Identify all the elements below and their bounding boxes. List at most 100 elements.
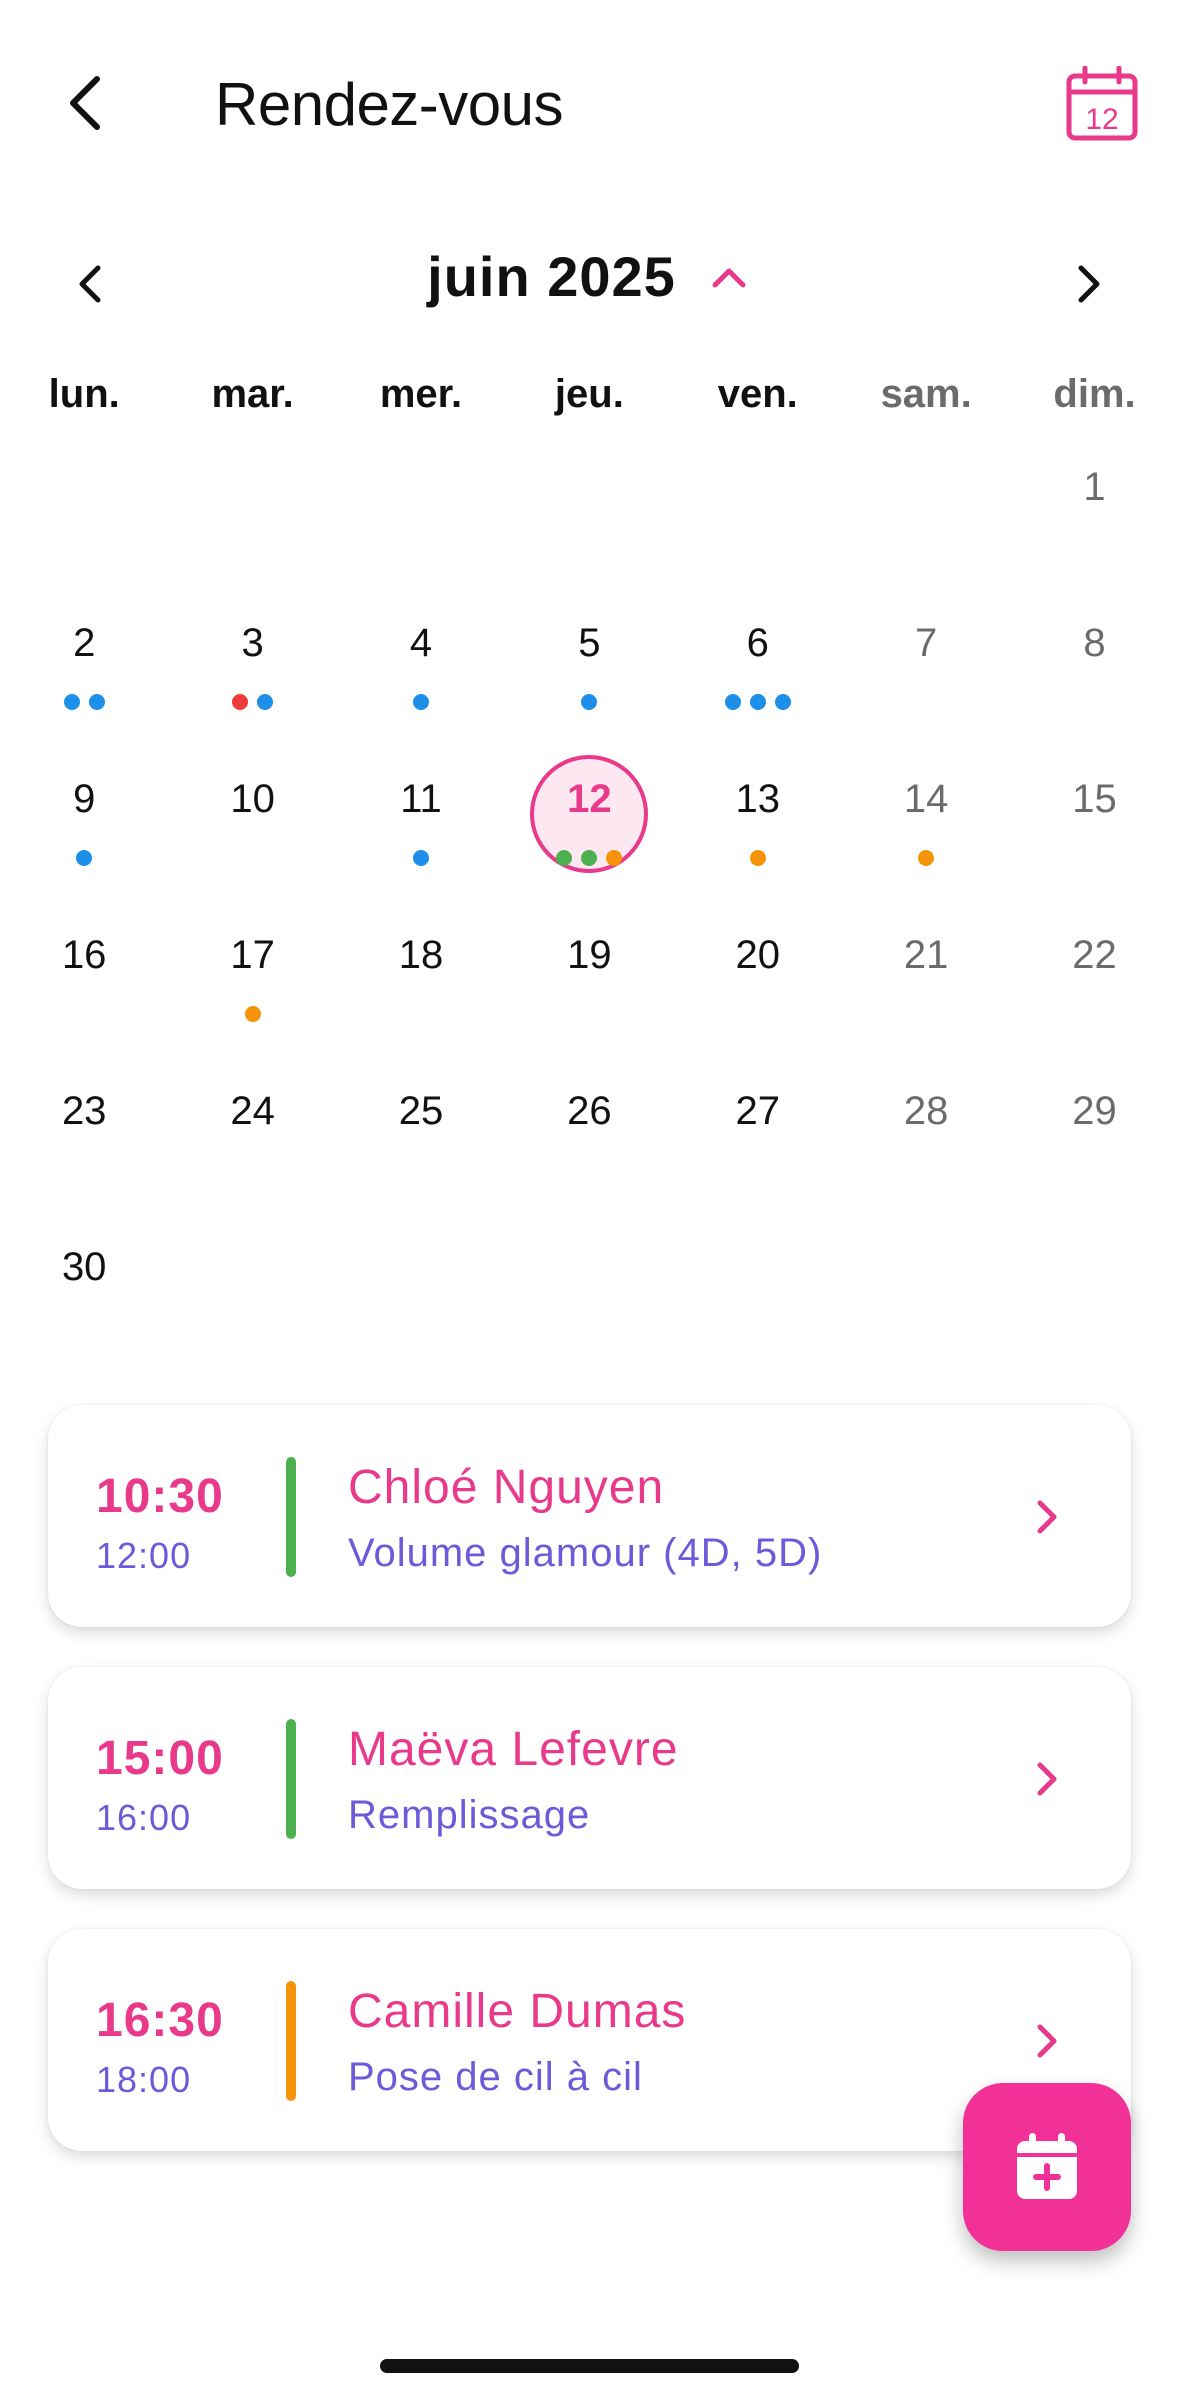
weekday-label: jeu. xyxy=(554,372,624,416)
weekday-label: mer. xyxy=(379,372,463,416)
day-number: 7 xyxy=(915,621,938,665)
calendar-day[interactable]: 3 xyxy=(168,586,336,742)
appointment-start-time: 15:00 xyxy=(96,1732,224,1785)
month-navigation: juin 2025 xyxy=(0,240,1179,320)
back-button[interactable] xyxy=(50,68,120,138)
empty-cell xyxy=(337,430,505,586)
calendar-day[interactable]: 2 xyxy=(0,586,168,742)
appointment-dots xyxy=(674,850,842,866)
calendar-day[interactable]: 9 xyxy=(0,742,168,898)
appointment-dots xyxy=(0,850,168,866)
calendar-day[interactable]: 4 xyxy=(337,586,505,742)
weekday-label: ven. xyxy=(717,372,798,416)
calendar-day-selected[interactable]: 12 xyxy=(505,742,673,898)
day-number: 5 xyxy=(578,621,601,665)
day-number: 14 xyxy=(903,777,949,821)
calendar-grid: 1 2 3 4 5 6 7 8 9 10 11 12 13 14 15 16 17 18 19 20 21 22 23 24 2… xyxy=(0,430,1179,1366)
calendar-day[interactable]: 21 xyxy=(842,898,1010,1054)
chevron-left-icon xyxy=(70,76,100,130)
calendar-day[interactable]: 11 xyxy=(337,742,505,898)
appointment-dot xyxy=(581,694,598,710)
calendar-day[interactable]: 27 xyxy=(674,1054,842,1210)
day-number: 28 xyxy=(903,1089,949,1133)
day-number: 20 xyxy=(735,933,781,977)
day-number: 27 xyxy=(735,1089,781,1133)
top-bar: Rendez-vous 12 xyxy=(0,0,1179,210)
appointment-dot xyxy=(76,850,93,866)
month-label: juin 2025 xyxy=(427,245,676,308)
calendar-day[interactable]: 28 xyxy=(842,1054,1010,1210)
open-appointment-button[interactable] xyxy=(1023,2017,1071,2065)
calendar-day[interactable]: 26 xyxy=(505,1054,673,1210)
appointment-dots xyxy=(0,694,168,710)
appointment-card[interactable]: 15:00 16:00 Maëva Lefevre Remplissage xyxy=(48,1667,1131,1889)
client-name: Maëva Lefevre xyxy=(348,1723,679,1776)
calendar-day[interactable]: 6 xyxy=(674,586,842,742)
calendar-day[interactable]: 16 xyxy=(0,898,168,1054)
calendar-day[interactable]: 7 xyxy=(842,586,1010,742)
weekday-header: lun. mar. mer. jeu. ven. sam. dim. xyxy=(0,372,1179,417)
calendar-day[interactable]: 10 xyxy=(168,742,336,898)
service-name: Remplissage xyxy=(348,1793,591,1837)
calendar-day[interactable]: 22 xyxy=(1010,898,1178,1054)
calendar-day[interactable]: 5 xyxy=(505,586,673,742)
appointment-dots xyxy=(505,694,673,710)
chevron-up-icon xyxy=(712,268,746,287)
calendar-day[interactable]: 19 xyxy=(505,898,673,1054)
calendar-add-icon xyxy=(1017,2133,1077,2199)
weekday-label: lun. xyxy=(48,372,120,416)
weekday-label: dim. xyxy=(1053,372,1136,416)
home-indicator xyxy=(380,2359,799,2373)
month-selector[interactable]: juin 2025 xyxy=(0,244,1179,309)
appointment-dot xyxy=(606,850,623,866)
calendar-day[interactable]: 24 xyxy=(168,1054,336,1210)
month-toggle[interactable] xyxy=(706,254,752,300)
open-appointment-button[interactable] xyxy=(1023,1755,1071,1803)
appointment-dots xyxy=(674,694,842,710)
empty-cell xyxy=(168,430,336,586)
day-number: 6 xyxy=(746,621,769,665)
page-title: Rendez-vous xyxy=(215,71,564,138)
calendar-day[interactable]: 18 xyxy=(337,898,505,1054)
appointment-dot xyxy=(63,694,80,710)
appointment-dot xyxy=(257,694,274,710)
chevron-right-icon xyxy=(1037,1762,1057,1796)
weekday-label: mar. xyxy=(211,372,294,416)
appointment-dot xyxy=(412,694,429,710)
appointment-start-time: 16:30 xyxy=(96,1994,224,2047)
day-number: 10 xyxy=(230,777,275,821)
add-appointment-button[interactable] xyxy=(963,2083,1131,2251)
calendar-day[interactable]: 8 xyxy=(1010,586,1178,742)
open-appointment-button[interactable] xyxy=(1023,1493,1071,1541)
day-number: 24 xyxy=(230,1089,275,1133)
day-number: 29 xyxy=(1072,1089,1117,1133)
service-name: Volume glamour (4D, 5D) xyxy=(348,1531,823,1575)
calendar-day[interactable]: 15 xyxy=(1010,742,1178,898)
calendar-button[interactable]: 12 xyxy=(1065,65,1139,142)
calendar-day[interactable]: 1 xyxy=(1010,430,1178,586)
appointment-end-time: 16:00 xyxy=(96,1797,192,1838)
empty-cell xyxy=(505,430,673,586)
day-number: 26 xyxy=(567,1089,612,1133)
service-name: Pose de cil à cil xyxy=(348,2055,643,2099)
day-number: 22 xyxy=(1072,933,1117,977)
next-month-button[interactable] xyxy=(1059,254,1119,314)
calendar-day[interactable]: 13 xyxy=(674,742,842,898)
calendar-day[interactable]: 17 xyxy=(168,898,336,1054)
appointment-dots xyxy=(168,694,336,710)
appointment-dot xyxy=(918,850,935,866)
calendar-day[interactable]: 14 xyxy=(842,742,1010,898)
day-number: 11 xyxy=(400,777,442,821)
empty-cell xyxy=(0,430,168,586)
calendar-day[interactable]: 29 xyxy=(1010,1054,1178,1210)
calendar-day[interactable]: 23 xyxy=(0,1054,168,1210)
calendar-day[interactable]: 30 xyxy=(0,1210,168,1366)
appointment-dot xyxy=(556,850,573,866)
calendar-day[interactable]: 20 xyxy=(674,898,842,1054)
calendar-day[interactable]: 25 xyxy=(337,1054,505,1210)
appointment-dot xyxy=(581,850,598,866)
appointments-screen: Rendez-vous 12 juin 2025 lun. mar. mer. … xyxy=(0,0,1179,2400)
day-number: 12 xyxy=(567,777,612,821)
appointment-dots xyxy=(337,850,505,866)
appointment-card[interactable]: 10:30 12:00 Chloé Nguyen Volume glamour … xyxy=(48,1405,1131,1627)
